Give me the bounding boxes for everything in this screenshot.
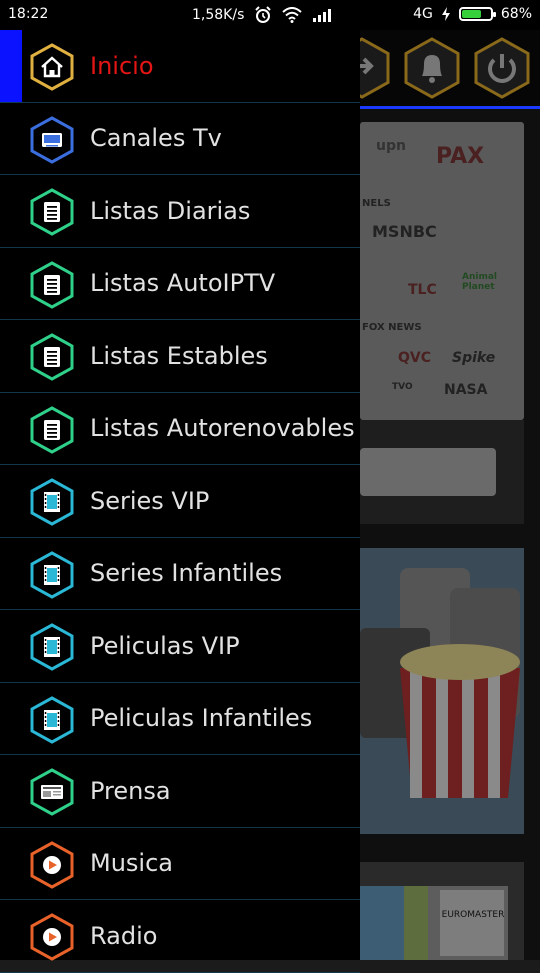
tv-icon: [30, 115, 74, 164]
drawer-item-musica[interactable]: Musica: [0, 828, 360, 900]
home-icon: [30, 43, 74, 91]
drawer-item-series-vip[interactable]: Series VIP: [0, 465, 360, 538]
drawer-item-label: Listas Autorenovables: [90, 414, 355, 443]
drawer-item-label: Canales Tv: [90, 124, 222, 153]
wifi-icon: [282, 7, 303, 23]
drawer-item-listas-autorenovables[interactable]: Listas Autorenovables: [0, 393, 360, 465]
logo-spike: Spike: [452, 350, 496, 366]
play-icon: [30, 913, 74, 961]
list-icon: [30, 260, 74, 309]
bell-icon[interactable]: [400, 36, 464, 100]
drawer-item-peliculas-infantiles[interactable]: Peliculas Infantiles: [0, 683, 360, 755]
status-time: 18:22: [8, 6, 49, 22]
card-button[interactable]: [360, 448, 496, 496]
list-icon: [30, 188, 74, 236]
drawer-item-label: Listas AutoIPTV: [90, 269, 276, 298]
logo-qvc: QVC: [398, 350, 432, 366]
network-speed: 1,58K/s: [192, 7, 245, 23]
status-bar: 18:22 1,58K/s 4G 68%: [0, 0, 540, 30]
drawer-item-prensa[interactable]: Prensa: [0, 755, 360, 828]
movies-card[interactable]: [360, 548, 524, 834]
power-icon[interactable]: [470, 36, 534, 100]
list-icon: [30, 405, 74, 454]
drawer-item-label: Peliculas VIP: [90, 631, 240, 660]
drawer-item-label: Series VIP: [90, 486, 210, 515]
drawer-item-label: Prensa: [90, 776, 171, 805]
channels-card[interactable]: upn PAX NELS MSNBC TLC Animal Planet FOX…: [360, 122, 524, 420]
drawer-item-listas-estables[interactable]: Listas Estables: [0, 320, 360, 393]
drawer-item-canales-tv[interactable]: Canales Tv: [0, 103, 360, 175]
drawer-item-label: Listas Diarias: [90, 196, 251, 225]
active-indicator: [0, 30, 22, 102]
battery-icon: [458, 7, 496, 21]
film-icon: [30, 623, 74, 671]
logo-upn: upn: [376, 138, 406, 154]
charging-icon: [441, 7, 450, 21]
film-icon: [30, 695, 74, 744]
drawer-item-peliculas-vip[interactable]: Peliculas VIP: [0, 610, 360, 683]
navigation-drawer: Inicio Canales Tv Listas Diarias Listas A…: [0, 30, 360, 973]
drawer-item-label: Musica: [90, 849, 173, 878]
battery-percent: 68%: [500, 6, 532, 22]
drawer-item-series-infantiles[interactable]: Series Infantiles: [0, 538, 360, 610]
drawer-item-label: Listas Estables: [90, 341, 268, 370]
drawer-item-label: Radio: [90, 921, 158, 950]
drawer-item-listas-diarias[interactable]: Listas Diarias: [0, 175, 360, 248]
film-icon: [30, 478, 74, 526]
drawer-item-label: Inicio: [90, 51, 154, 80]
drawer-item-listas-autoiptv[interactable]: Listas AutoIPTV: [0, 248, 360, 320]
drawer-item-inicio[interactable]: Inicio: [0, 30, 360, 103]
ad-banner[interactable]: [360, 886, 508, 960]
logo-animal-planet: Animal Planet: [462, 272, 497, 292]
drawer-item-label: Series Infantiles: [90, 559, 283, 588]
film-icon: [30, 550, 74, 599]
newspaper-icon: [30, 768, 74, 816]
popcorn-illustration: [360, 568, 520, 798]
logo-msnbc: MSNBC: [372, 222, 437, 241]
alarm-icon: [255, 6, 272, 23]
ad-text: EUROMASTER: [441, 910, 505, 920]
logo-pax: PAX: [436, 144, 485, 169]
network-type: 4G: [413, 6, 433, 22]
logo-nasa: NASA: [444, 382, 488, 398]
drawer-item-radio[interactable]: Radio: [0, 900, 360, 973]
logo-tlc: TLC: [408, 282, 437, 298]
list-icon: [30, 333, 74, 381]
logo-fox-news: FOX NEWS: [362, 322, 422, 333]
drawer-item-label: Peliculas Infantiles: [90, 704, 313, 733]
logo-tvo: TVO: [392, 382, 413, 392]
signal-icon: [313, 9, 332, 22]
logo-nels: NELS: [362, 198, 391, 209]
play-icon: [30, 840, 74, 889]
